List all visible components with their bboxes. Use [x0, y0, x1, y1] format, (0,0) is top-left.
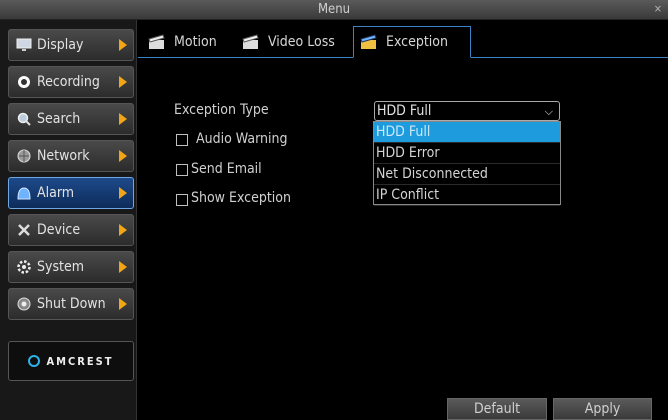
tab-motion[interactable]: Motion	[142, 26, 240, 58]
tab-label: Exception	[386, 34, 448, 50]
chevron-right-icon	[119, 224, 127, 236]
window-title: Menu	[317, 2, 351, 17]
sidebar-item-system[interactable]: System	[8, 251, 134, 283]
sidebar-item-network[interactable]: Network	[8, 140, 134, 172]
dropdown-option-hdd-error[interactable]: HDD Error	[374, 143, 560, 164]
chevron-right-icon	[119, 298, 127, 310]
send-email-checkbox[interactable]	[176, 164, 188, 176]
clapperboard-icon	[242, 34, 259, 49]
chevron-right-icon	[119, 76, 127, 88]
sidebar-item-search[interactable]: Search	[8, 103, 134, 135]
sidebar-item-label: System	[37, 259, 84, 275]
sidebar-item-device[interactable]: Device	[8, 214, 134, 246]
send-email-label: Send Email	[191, 161, 262, 177]
sidebar-item-label: Display	[37, 37, 84, 53]
sidebar-item-label: Network	[37, 148, 90, 164]
exception-type-value: HDD Full	[377, 103, 432, 119]
sidebar-item-alarm[interactable]: Alarm	[8, 177, 134, 209]
window-titlebar: Menu ×	[0, 0, 668, 20]
default-button[interactable]: Default	[447, 398, 547, 420]
dropdown-option-net-disconnected[interactable]: Net Disconnected	[374, 164, 560, 185]
sidebar-item-display[interactable]: Display	[8, 29, 134, 61]
brand-mark-icon	[28, 355, 41, 367]
exception-type-select[interactable]: HDD Full ⌵	[374, 101, 560, 121]
monitor-icon	[16, 38, 32, 52]
tab-label: Video Loss	[268, 34, 335, 50]
sidebar-item-label: Recording	[37, 74, 100, 90]
chevron-right-icon	[119, 261, 127, 273]
tab-video-loss[interactable]: Video Loss	[236, 26, 350, 58]
main-panel: Motion Video Loss Exception Exception Ty…	[138, 20, 668, 420]
exception-type-label: Exception Type	[174, 102, 269, 118]
sidebar-item-label: Device	[37, 222, 81, 238]
sidebar: Display Recording Search Network Alarm D	[0, 20, 137, 420]
search-icon	[16, 112, 32, 126]
chevron-down-icon: ⌵	[544, 105, 553, 118]
audio-warning-label: Audio Warning	[196, 131, 288, 147]
gear-icon	[16, 260, 32, 274]
record-icon	[16, 75, 32, 89]
chevron-right-icon	[119, 150, 127, 162]
chevron-right-icon	[119, 187, 127, 199]
tools-icon	[16, 223, 32, 237]
brand-logo: AMCREST	[8, 341, 134, 381]
show-exception-label: Show Exception	[191, 190, 291, 206]
audio-warning-checkbox[interactable]	[176, 134, 188, 146]
close-icon[interactable]: ×	[654, 0, 662, 18]
alarm-icon	[16, 186, 32, 200]
dropdown-option-hdd-full[interactable]: HDD Full	[374, 122, 560, 143]
chevron-right-icon	[119, 113, 127, 125]
sidebar-item-label: Search	[37, 111, 81, 127]
chevron-right-icon	[119, 39, 127, 51]
tab-label: Motion	[174, 34, 217, 50]
globe-icon	[16, 149, 32, 163]
tab-bar: Motion Video Loss Exception	[138, 20, 668, 58]
exception-type-dropdown: HDD Full HDD Error Net Disconnected IP C…	[373, 121, 561, 206]
clapperboard-icon	[360, 34, 377, 49]
clapperboard-icon	[148, 34, 165, 49]
apply-button[interactable]: Apply	[553, 398, 652, 420]
sidebar-item-shutdown[interactable]: Shut Down	[8, 288, 134, 320]
show-exception-checkbox[interactable]	[176, 194, 188, 206]
power-icon	[16, 297, 32, 311]
brand-logo-text: AMCREST	[46, 354, 114, 368]
sidebar-item-label: Alarm	[37, 185, 75, 201]
dropdown-option-ip-conflict[interactable]: IP Conflict	[374, 185, 560, 206]
sidebar-item-recording[interactable]: Recording	[8, 66, 134, 98]
tab-exception[interactable]: Exception	[353, 26, 471, 58]
sidebar-item-label: Shut Down	[37, 296, 106, 312]
